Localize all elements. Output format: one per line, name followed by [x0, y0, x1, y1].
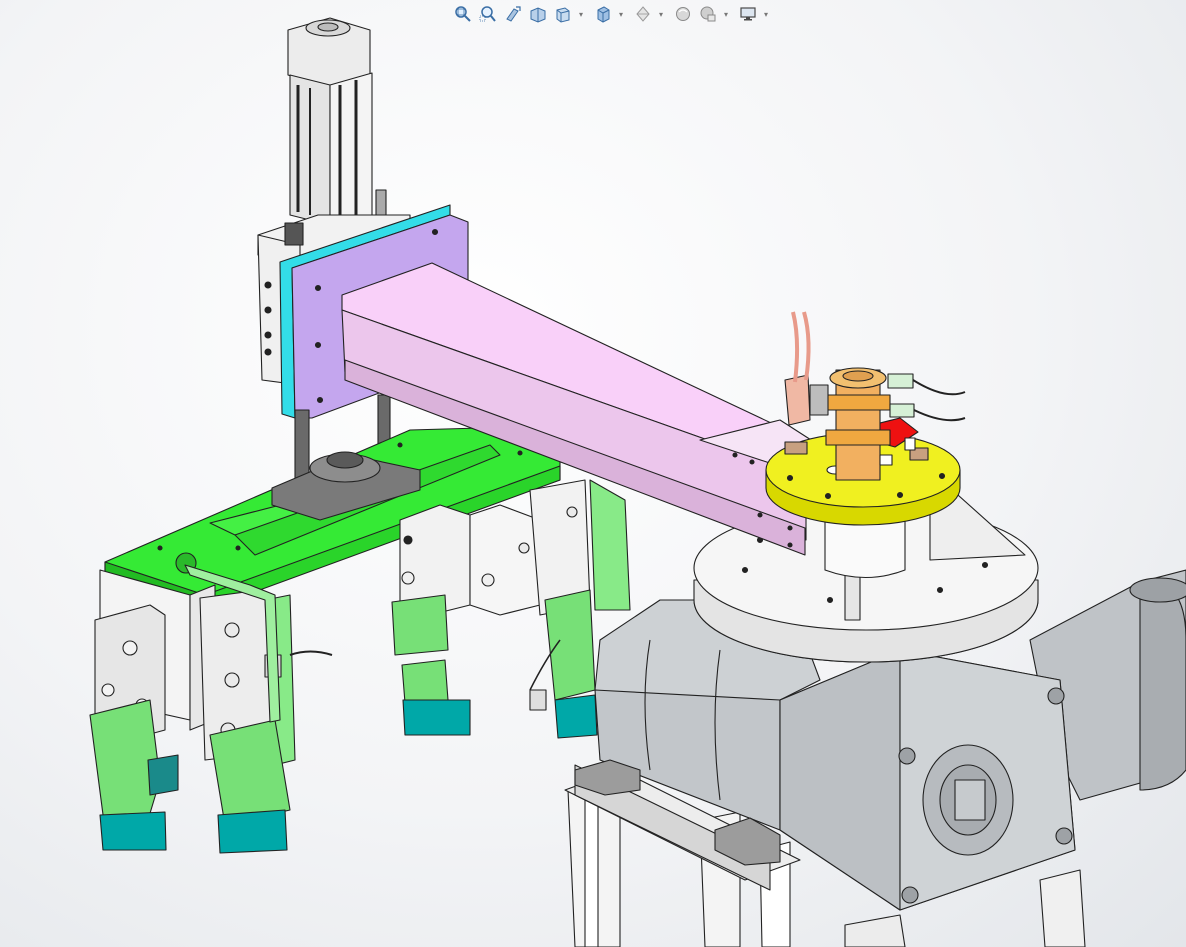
graphics-area[interactable]: [0, 0, 1186, 947]
gripper-front-left: [89, 569, 216, 851]
rotary-head: [765, 311, 966, 526]
gripper-rear-right: [391, 479, 631, 739]
lifting-cylinder: [287, 17, 387, 226]
